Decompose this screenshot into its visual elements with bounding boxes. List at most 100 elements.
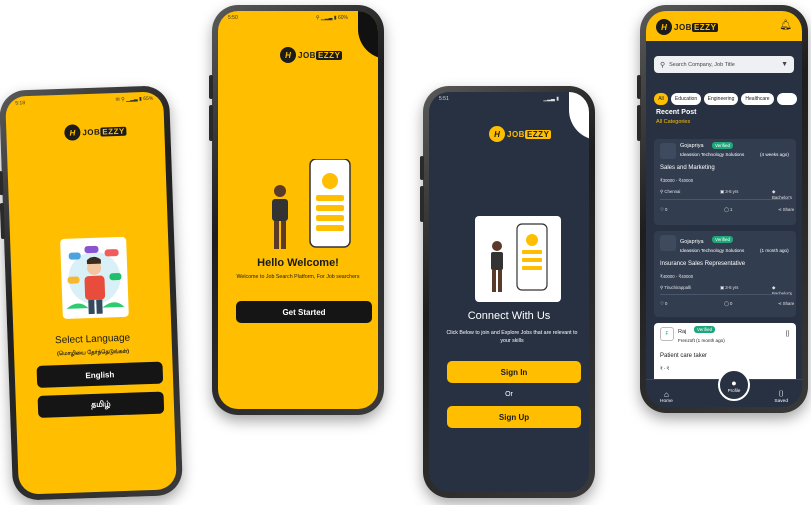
search-icon: ⚲ xyxy=(660,61,666,69)
connect-illustration xyxy=(475,216,561,302)
share-button[interactable]: ⋖ Share xyxy=(778,207,794,213)
filter-icon[interactable]: ▼ xyxy=(781,61,788,68)
page-title: Select Language xyxy=(54,332,131,347)
status-time: 5:18 xyxy=(15,100,26,107)
section-title: Recent Post xyxy=(656,109,697,116)
chip-engineering[interactable]: Engineering xyxy=(704,93,738,105)
job-card[interactable]: Gojapriya Verified Ideassion Technology … xyxy=(654,139,796,225)
status-time: 5:51 xyxy=(439,96,449,102)
page-subtitle: (மொழியை தேர்ந்தெடுங்கள்) xyxy=(56,348,130,358)
bookmark-icon: ⌷ xyxy=(778,389,784,398)
chip-all[interactable]: All xyxy=(654,93,668,105)
phone-welcome: 5:50 ⚲ ▁▂▃ ▮ 60% H JOB EZZY Hello Welcom… xyxy=(209,5,384,415)
home-icon: ⌂ xyxy=(663,390,669,399)
status-icons: ✉ ⚲ ▁▂▃ ▮ 65% xyxy=(115,95,154,104)
logo-text: JOB EZZY xyxy=(507,129,552,139)
salary: ₹30000 - ₹40000 xyxy=(660,178,694,183)
bell-icon[interactable]: 🔔︎ xyxy=(779,20,792,31)
phone-connect: 5:51 ▁▂▃ ▮ H JOB EZZY Connect With Us Cl… xyxy=(420,86,595,498)
sign-in-button[interactable]: Sign In xyxy=(447,361,581,383)
all-categories-link[interactable]: All Categories xyxy=(656,119,690,125)
graduation-icon: ◆ xyxy=(772,189,776,194)
job-title: Patient care taker xyxy=(660,353,708,359)
nav-saved-label: Saved xyxy=(774,399,788,404)
language-english-button[interactable]: English xyxy=(36,361,164,388)
experience: ▣ 3-5 yrs xyxy=(720,189,739,194)
connect-title: Connect With Us xyxy=(467,310,551,322)
status-bar: 5:50 ⚲ ▁▂▃ ▮ 60% xyxy=(228,15,368,21)
logo-mark: H xyxy=(489,126,505,142)
screen-feed: H JOB EZZY 🔔︎ ⚲ Search Company, Job Title… xyxy=(646,11,802,407)
share-button[interactable]: ⋖ Share xyxy=(778,301,794,307)
sign-up-button[interactable]: Sign Up xyxy=(447,406,581,428)
get-started-button[interactable]: Get Started xyxy=(236,301,372,323)
nav-profile[interactable]: ● Profile xyxy=(718,369,750,401)
poster-name: Gojapriya xyxy=(680,239,704,245)
company-logo xyxy=(660,143,676,159)
screen-connect: 5:51 ▁▂▃ ▮ H JOB EZZY Connect With Us Cl… xyxy=(429,92,589,492)
salary: ₹40000 - ₹40000 xyxy=(660,274,694,279)
chip-more[interactable] xyxy=(777,93,797,105)
screen-language: 5:18 ✉ ⚲ ▁▂▃ ▮ 65% H JOB EZZY Select Lan… xyxy=(5,91,177,495)
poster-name: Raj xyxy=(678,329,687,335)
like-button[interactable]: ♡ 0 xyxy=(660,207,667,213)
chip-healthcare[interactable]: Healthcare xyxy=(741,93,774,105)
verified-badge: Verified xyxy=(694,326,716,333)
post-age: (1 month ago) xyxy=(760,248,789,253)
card-divider xyxy=(660,199,790,200)
nav-profile-label: Profile xyxy=(727,387,741,393)
status-icons: ▁▂▃ ▮ xyxy=(543,96,559,102)
app-logo: H JOB EZZY xyxy=(656,19,719,35)
company-logo: F xyxy=(660,327,674,341)
language-illustration xyxy=(60,236,129,319)
nav-home[interactable]: ⌂ Home xyxy=(660,390,673,404)
verified-badge: Verified xyxy=(712,142,734,149)
verified-badge: Verified xyxy=(712,236,734,243)
comment-button[interactable]: ◯ 1 xyxy=(724,207,732,213)
app-logo: H JOB EZZY xyxy=(64,123,127,141)
job-title: Sales and Marketing xyxy=(660,165,715,171)
or-separator: Or xyxy=(505,391,513,398)
location: ⚲ Tiruchirappalli xyxy=(660,285,691,290)
welcome-title: Hello Welcome! xyxy=(257,257,339,269)
like-button[interactable]: ♡ 0 xyxy=(660,301,667,307)
chip-education[interactable]: Education xyxy=(671,93,701,105)
logo-text: JOB EZZY xyxy=(298,50,343,60)
search-bar[interactable]: ⚲ Search Company, Job Title ▼ xyxy=(654,56,794,73)
job-card[interactable]: Gojapriya Verified Ideassion Technology … xyxy=(654,231,796,317)
status-time: 5:50 xyxy=(228,15,238,21)
welcome-subtitle: Welcome to Job Search Platform, For Job … xyxy=(236,274,360,280)
showcase: 5:18 ✉ ⚲ ▁▂▃ ▮ 65% H JOB EZZY Select Lan… xyxy=(0,0,811,505)
job-title: Insurance Sales Representative xyxy=(660,261,746,267)
app-logo: H JOB EZZY xyxy=(280,47,343,63)
experience: ▣ 3-5 yrs xyxy=(720,285,739,290)
status-bar: 5:18 ✉ ⚲ ▁▂▃ ▮ 65% xyxy=(15,96,153,107)
logo-mark: H xyxy=(280,47,296,63)
salary: ₹ - ₹ xyxy=(660,366,670,371)
card-divider xyxy=(660,294,790,295)
company-name: Ideassion Technology Solutions xyxy=(680,248,745,253)
post-age: (4 weeks ago) xyxy=(760,152,789,157)
company-name: Frenzoft (1 month ago) xyxy=(678,338,725,343)
nav-saved[interactable]: ⌷ Saved xyxy=(774,389,788,404)
phone-feed: H JOB EZZY 🔔︎ ⚲ Search Company, Job Title… xyxy=(637,5,808,413)
bookmark-icon[interactable]: ⌷ xyxy=(785,329,790,339)
comment-button[interactable]: ◯ 0 xyxy=(724,301,732,307)
nav-home-label: Home xyxy=(660,399,673,404)
search-input[interactable]: Search Company, Job Title xyxy=(669,62,777,68)
welcome-illustration xyxy=(258,158,358,264)
app-logo: H JOB EZZY xyxy=(489,126,552,142)
location: ⚲ Chennai xyxy=(660,189,681,194)
logo-mark: H xyxy=(656,19,672,35)
status-icons: ⚲ ▁▂▃ ▮ 60% xyxy=(315,15,348,21)
connect-subtitle: Click Below to join and Explore Jobs tha… xyxy=(446,330,578,344)
screen-welcome: 5:50 ⚲ ▁▂▃ ▮ 60% H JOB EZZY Hello Welcom… xyxy=(218,11,378,409)
company-name: Ideassion Technology Solutions xyxy=(680,152,745,157)
user-icon: ● xyxy=(731,377,737,388)
logo-text: JOB EZZY xyxy=(82,126,127,137)
logo-text: JOB EZZY xyxy=(674,22,719,32)
graduation-icon: ◆ xyxy=(772,285,776,290)
language-tamil-button[interactable]: தமிழ் xyxy=(37,391,165,418)
poster-name: Gojapriya xyxy=(680,143,704,149)
status-bar: 5:51 ▁▂▃ ▮ xyxy=(439,96,579,102)
